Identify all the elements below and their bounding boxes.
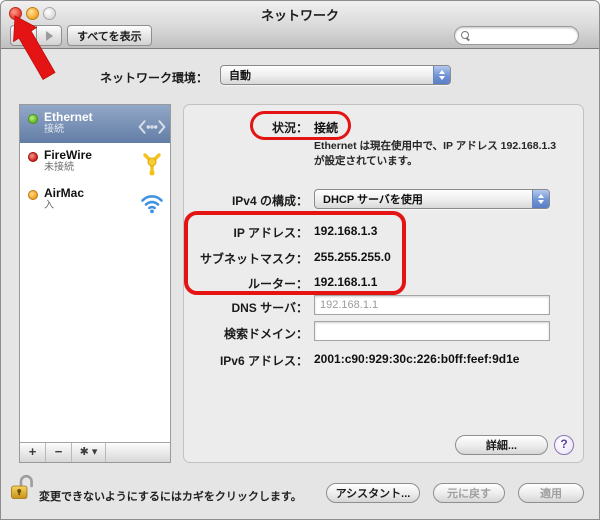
lock-hint-text: 変更できないようにするにはカギをクリックします。 — [39, 491, 302, 503]
subnet-mask-label: サブネットマスク： — [199, 252, 308, 266]
search-domain-input[interactable] — [314, 321, 550, 341]
sidebar-item-airmac[interactable]: AirMac 入 — [20, 181, 170, 219]
sidebar-action-bar: + − ✱ ▾ — [20, 442, 170, 462]
ip-address-value: 192.168.1.3 — [314, 224, 378, 238]
dropdown-stepper-icon — [532, 190, 549, 208]
search-input[interactable] — [474, 29, 572, 42]
status-dot-red — [28, 152, 38, 162]
status-value: 接続 — [314, 121, 339, 135]
search-icon — [461, 31, 470, 40]
network-location-label: ネットワーク環境： — [99, 71, 208, 85]
forward-button[interactable] — [36, 25, 62, 46]
sidebar-item-ethernet[interactable]: Ethernet 接続 — [20, 105, 170, 143]
network-location-value: 自動 — [229, 70, 251, 82]
assistant-button[interactable]: アシスタント... — [326, 483, 420, 503]
network-preferences-window: ネットワーク すべてを表示 ネットワーク環境： 自動 Ethernet 接続 F… — [0, 0, 600, 520]
search-domain-label: 検索ドメイン： — [223, 327, 308, 341]
apply-button[interactable]: 適用 — [518, 483, 584, 503]
nav-buttons — [10, 25, 62, 46]
gear-menu-button[interactable]: ✱ ▾ — [72, 443, 106, 462]
ipv4-config-value: DHCP サーバを使用 — [323, 194, 423, 206]
router-value: 192.168.1.1 — [314, 275, 378, 289]
forward-arrow-icon — [45, 30, 53, 41]
interface-status: 接続 — [44, 124, 64, 135]
help-button[interactable]: ? — [554, 435, 574, 455]
interface-name: FireWire — [44, 148, 92, 162]
remove-interface-button[interactable]: − — [46, 443, 72, 462]
wifi-icon — [138, 186, 166, 219]
interface-name: AirMac — [44, 186, 85, 200]
ip-address-label: IP アドレス： — [233, 226, 308, 240]
interface-status: 未接続 — [44, 162, 74, 173]
search-field[interactable] — [454, 26, 579, 45]
ipv4-config-dropdown[interactable]: DHCP サーバを使用 — [314, 189, 550, 209]
dropdown-stepper-icon — [433, 66, 450, 84]
ethernet-icon — [138, 110, 166, 143]
dns-server-label: DNS サーバ： — [231, 301, 308, 315]
sidebar-item-firewire[interactable]: FireWire 未接続 — [20, 143, 170, 181]
dns-server-input[interactable] — [314, 295, 550, 315]
ipv6-address-value: 2001:c90:929:30c:226:b0ff:feef:9d1e — [314, 352, 520, 366]
advanced-button[interactable]: 詳細... — [455, 435, 548, 455]
interface-status: 入 — [44, 200, 54, 211]
show-all-button[interactable]: すべてを表示 — [67, 25, 152, 46]
ipv6-address-label: IPv6 アドレス： — [219, 354, 308, 368]
ipv4-config-label: IPv4 の構成： — [231, 194, 308, 208]
subnet-mask-value: 255.255.255.0 — [314, 250, 391, 264]
interfaces-sidebar: Ethernet 接続 FireWire 未接続 AirMac 入 + − ✱ … — [19, 104, 171, 463]
window-title: ネットワーク — [260, 8, 339, 23]
firewire-icon — [138, 148, 166, 181]
network-location-dropdown[interactable]: 自動 — [220, 65, 451, 85]
unlocked-lock-icon[interactable] — [10, 473, 36, 508]
back-button[interactable] — [10, 25, 36, 46]
status-dot-orange — [28, 190, 38, 200]
add-interface-button[interactable]: + — [20, 443, 46, 462]
revert-button[interactable]: 元に戻す — [433, 483, 505, 503]
back-arrow-icon — [20, 30, 27, 41]
interface-detail-panel: 状況： 接続 Ethernet は現在使用中で、IP アドレス 192.168.… — [183, 104, 584, 463]
router-label: ルーター： — [247, 277, 308, 291]
interface-name: Ethernet — [44, 110, 93, 124]
titlebar: ネットワーク すべてを表示 — [1, 1, 599, 49]
status-dot-green — [28, 114, 38, 124]
status-description: Ethernet は現在使用中で、IP アドレス 192.168.1.3 が設定… — [314, 140, 557, 167]
status-label: 状況： — [271, 121, 308, 135]
